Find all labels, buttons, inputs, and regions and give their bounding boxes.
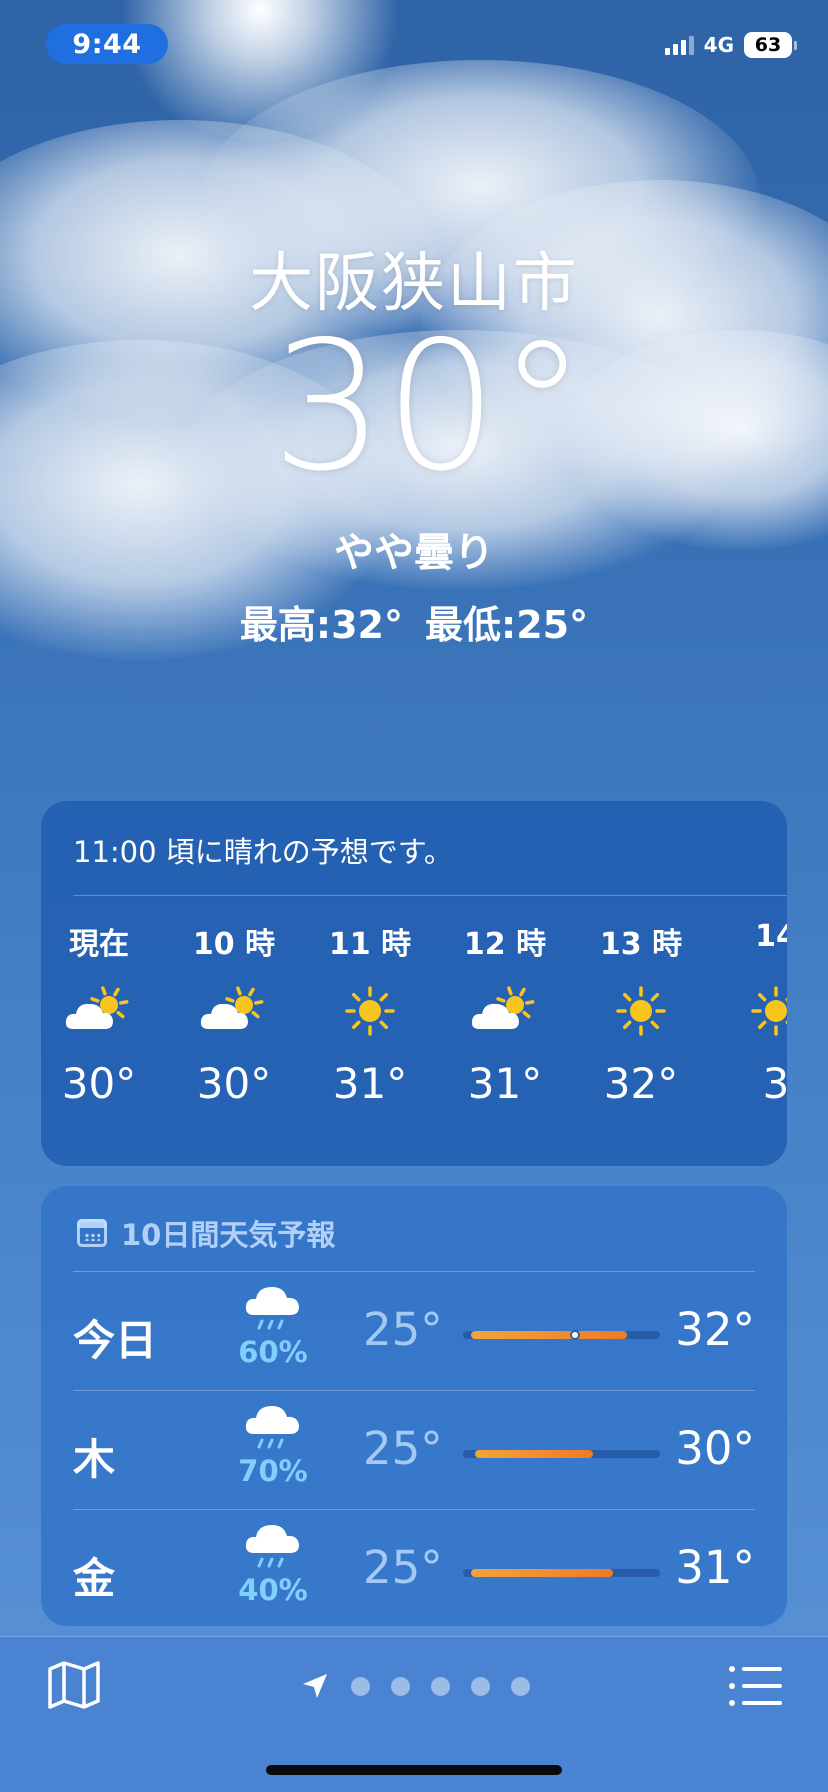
map-icon [48,1661,100,1709]
hourly-forecast-card[interactable]: 11:00 頃に晴れの予想です。 現在 30° 10 時 30° 11 時 31° 12 時… [41,801,787,1166]
high-temp: 32° [675,1303,755,1356]
page-dot[interactable] [351,1676,370,1696]
hour-temp: 30° [196,1059,272,1108]
network-type: 4G [703,33,734,57]
day-weather: 60% [233,1281,313,1369]
home-indicator[interactable] [266,1765,562,1775]
sun-icon [315,973,425,1049]
battery-level: 63 [754,34,782,56]
sun-icon [586,973,696,1049]
low-temp: 25° [363,1541,443,1594]
day-row[interactable]: 今日 60% 25° 32° [73,1271,755,1390]
hourly-scroll[interactable]: 11:00 頃に晴れの予想です。 現在 30° 10 時 30° 11 時 31° 12 時… [41,801,787,1166]
hour-label: 12 時 [463,927,547,962]
hour-temp: 32° [603,1059,679,1108]
hour-temp: 3 [762,1059,787,1108]
weather-condition: やや曇り [334,530,494,576]
hour-column: 14 3 [721,919,787,1108]
precip-chance: 40% [238,1573,308,1607]
sun-icon [721,973,787,1049]
temp-range-bar [463,1330,660,1340]
page-dot[interactable] [471,1676,490,1696]
high-temp: 最高:32° [239,603,403,647]
partly-sunny-icon [450,973,560,1049]
page-dot[interactable] [431,1676,450,1696]
rain-cloud-icon [233,1281,313,1339]
temp-range-bar [463,1569,660,1577]
hour-label: 14 [755,919,787,954]
precip-chance: 60% [238,1335,308,1369]
day-weather: 70% [233,1400,313,1488]
calendar-icon [77,1219,107,1247]
temp-range-bar [463,1450,660,1458]
partly-sunny-icon [179,973,289,1049]
high-temp: 30° [675,1422,755,1475]
daily-forecast-header: 10日間天気予報 [77,1212,335,1254]
status-time[interactable]: 9:44 [46,24,168,64]
temp-range-fill [474,1450,593,1458]
low-temp: 25° [363,1422,443,1475]
high-low: 最高:32° 最低:25° [0,594,828,649]
location-arrow-icon [303,1674,327,1698]
hour-label: 13 時 [599,927,683,962]
daily-forecast-title: 10日間天気予報 [121,1218,336,1252]
day-label: 今日 [73,1316,158,1365]
rain-cloud-icon [233,1400,313,1458]
hour-column: 現在 30° [44,919,154,1108]
signal-icon [664,35,694,55]
high-temp: 31° [675,1541,755,1594]
low-temp: 最低:25° [425,603,589,647]
day-row[interactable]: 金 40% 25° 31° [73,1509,755,1626]
hour-temp: 31° [332,1059,408,1108]
forecast-summary: 11:00 頃に晴れの予想です。 [73,835,453,869]
hour-label: 10 時 [192,927,276,962]
list-icon [729,1666,782,1706]
page-dot[interactable] [511,1676,530,1696]
status-icons: 4G 63 [664,32,797,58]
daily-forecast-card[interactable]: 10日間天気予報 今日 60% 25° 32° 木 70% 25° 30° 金 40% 25° 31° [41,1186,787,1626]
hour-column: 11 時 31° [315,919,425,1108]
divider [73,895,787,896]
hour-label: 現在 [69,927,129,962]
hour-label: 11 時 [328,927,412,962]
rain-cloud-icon [233,1519,313,1577]
hour-column: 13 時 32° [586,919,696,1108]
hour-column: 10 時 30° [179,919,289,1108]
list-button[interactable] [728,1663,784,1709]
precip-chance: 70% [238,1454,308,1488]
map-button[interactable] [46,1659,102,1711]
hour-column: 12 時 31° [450,919,560,1108]
day-row[interactable]: 木 70% 25° 30° [73,1390,755,1509]
temp-range-fill [470,1331,627,1339]
low-temp: 25° [363,1303,443,1356]
temp-range-fill [470,1569,613,1577]
page-indicator[interactable] [300,1671,530,1701]
page-dot[interactable] [391,1676,410,1696]
divider [73,1390,755,1391]
current-temperature: 30° [271,303,587,510]
day-label: 木 [73,1435,116,1484]
day-weather: 40% [233,1519,313,1607]
partly-sunny-icon [44,973,154,1049]
divider [73,1509,755,1510]
status-bar: 9:44 4G 63 [0,0,828,90]
divider [73,1271,755,1272]
hour-temp: 31° [467,1059,543,1108]
battery-icon: 63 [744,32,797,58]
hour-temp: 30° [61,1059,137,1108]
day-label: 金 [73,1554,116,1603]
